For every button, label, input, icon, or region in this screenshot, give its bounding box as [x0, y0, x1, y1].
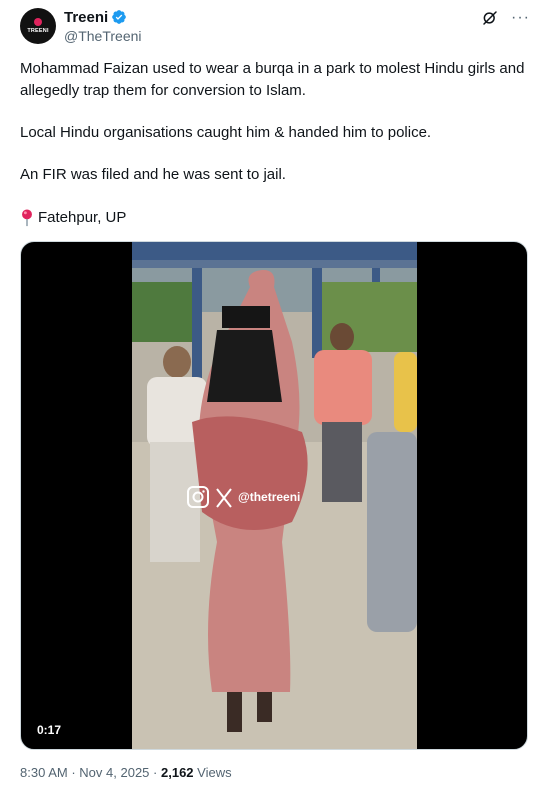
- header-actions: ···: [481, 9, 530, 27]
- author-handle[interactable]: @TheTreeni: [64, 28, 142, 44]
- pin-icon: [22, 209, 32, 227]
- verified-badge-icon: [112, 10, 127, 24]
- author-display-name[interactable]: Treeni: [64, 9, 108, 26]
- avatar[interactable]: TREENI: [20, 8, 56, 44]
- watermark-handle: @thetreeni: [238, 490, 301, 504]
- more-options-icon[interactable]: ···: [511, 10, 530, 26]
- author-names: Treeni @TheTreeni: [64, 7, 142, 45]
- video-player[interactable]: @thetreeni 0:17: [20, 241, 528, 750]
- tweet-paragraph: Local Hindu organisations caught him & h…: [20, 124, 432, 141]
- meta-separator: ·: [153, 765, 158, 780]
- grok-icon[interactable]: [481, 9, 499, 27]
- avatar-logo-text: TREENI: [27, 28, 49, 34]
- tweet-meta: 8:30 AM · Nov 4, 2025 · 2,162 Views: [20, 765, 232, 780]
- tweet-date[interactable]: Nov 4, 2025: [79, 765, 149, 780]
- avatar-logo-dot: [34, 18, 42, 26]
- tweet-time[interactable]: 8:30 AM: [20, 765, 68, 780]
- tweet-paragraph: Mohammad Faizan used to wear a burqa in …: [20, 60, 525, 99]
- video-duration: 0:17: [31, 721, 68, 739]
- tweet-location-line: Fatehpur, UP: [20, 207, 126, 229]
- tweet-header: TREENI Treeni @TheTreeni ···: [20, 7, 530, 47]
- tweet-location: Fatehpur, UP: [38, 209, 127, 226]
- tweet-paragraph: An FIR was filed and he was sent to jail…: [20, 166, 286, 183]
- views-count: 2,162: [161, 765, 194, 780]
- views-label: Views: [197, 765, 232, 780]
- meta-separator: ·: [71, 765, 76, 780]
